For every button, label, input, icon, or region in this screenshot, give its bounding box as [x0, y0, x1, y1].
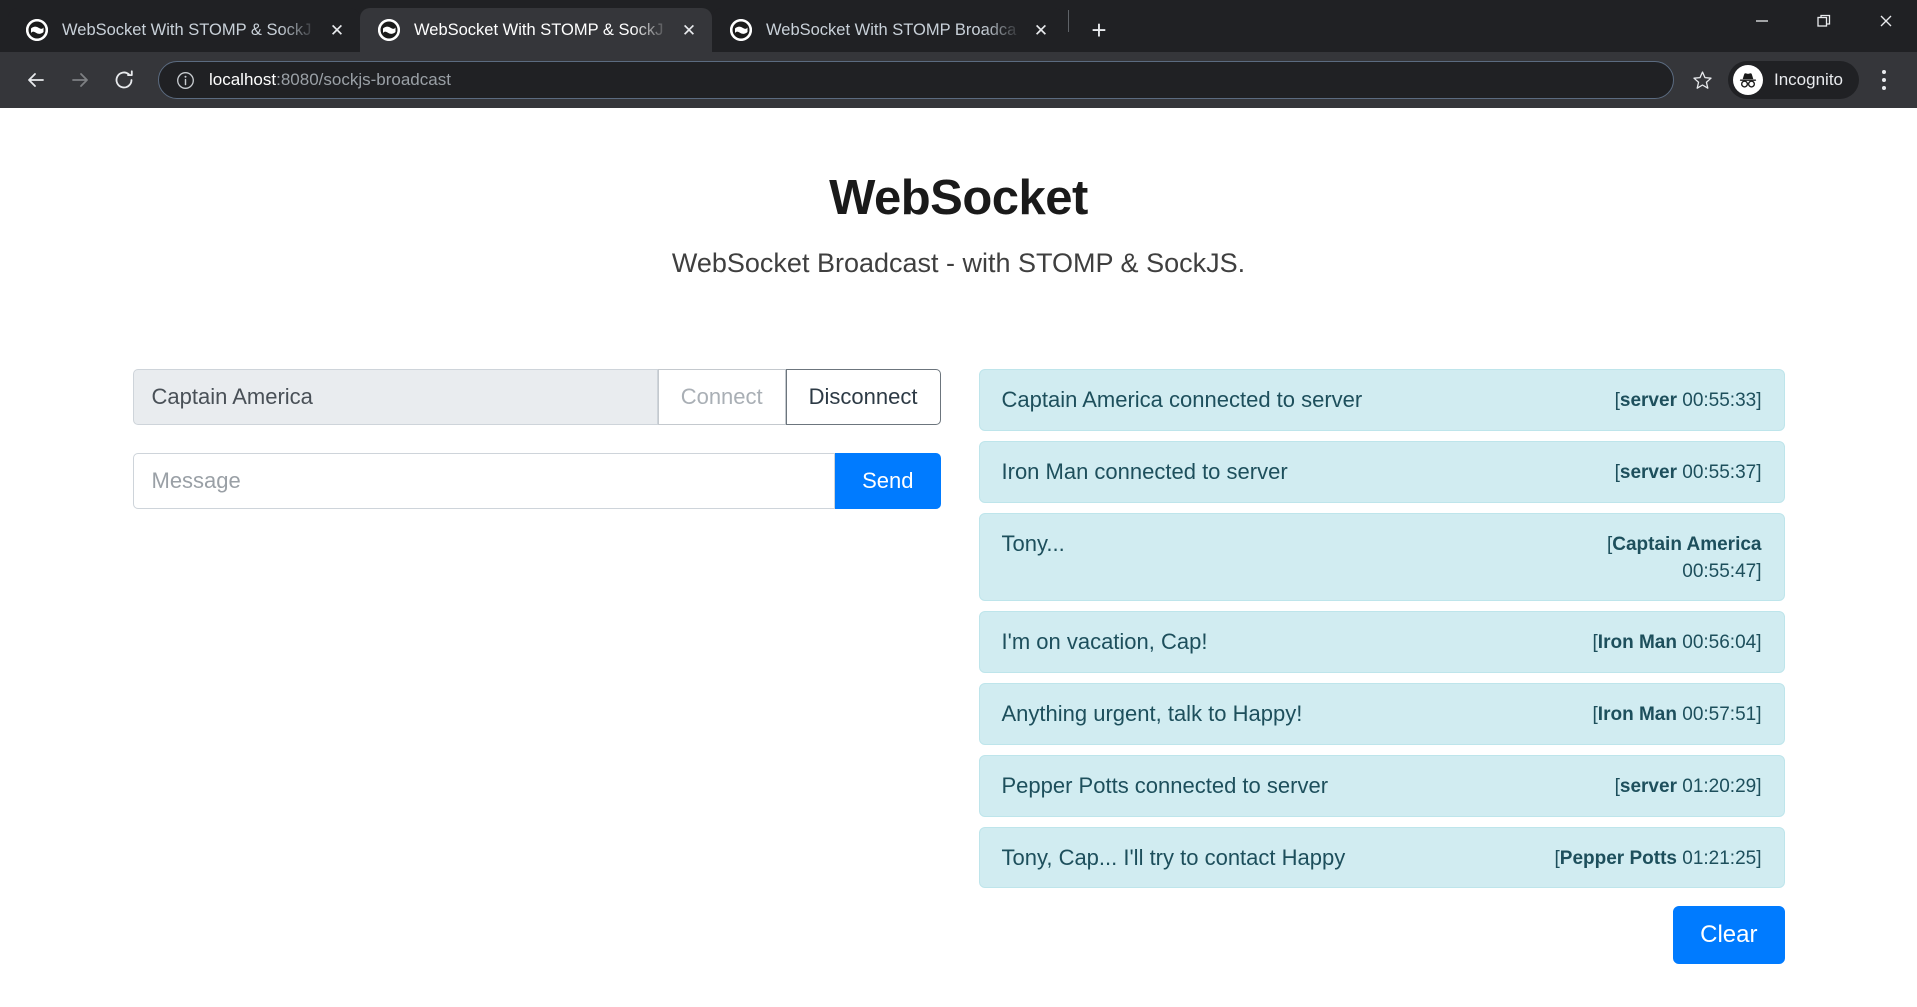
menu-dot [1882, 78, 1886, 82]
browser-tab-1[interactable]: WebSocket With STOMP & SockJ ✕ [8, 8, 360, 52]
message-item: I'm on vacation, Cap! [Iron Man 00:56:04… [978, 610, 1785, 673]
message-meta: [server 01:20:29] [1614, 775, 1762, 797]
message-meta: [Captain America 00:55:47] [1606, 533, 1762, 583]
favicon-icon [26, 19, 48, 41]
message-item: Iron Man connected to server [server 00:… [978, 440, 1785, 503]
forward-arrow-icon[interactable] [58, 58, 102, 102]
incognito-badge[interactable]: Incognito [1728, 61, 1859, 99]
message-time: 00:55:47 [1682, 561, 1757, 583]
message-time: 00:57:51 [1682, 703, 1757, 725]
address-bar[interactable]: localhost:8080/sockjs-broadcast [158, 61, 1674, 99]
message-text: Tony, Cap... I'll try to contact Happy [1001, 844, 1346, 870]
menu-dot [1882, 70, 1886, 74]
three-dot-menu-icon[interactable] [1865, 61, 1903, 99]
site-info-icon[interactable] [175, 70, 195, 90]
message-text: Pepper Potts connected to server [1001, 772, 1329, 798]
favicon-icon [378, 19, 400, 41]
message-text: Iron Man connected to server [1001, 458, 1288, 484]
minimize-icon[interactable] [1731, 0, 1793, 42]
tab-close-icon[interactable]: ✕ [676, 17, 702, 43]
message-item: Tony, Cap... I'll try to contact Happy [… [978, 826, 1785, 889]
main-row: Connect Disconnect Send Captain America … [125, 369, 1793, 965]
message-time: 00:55:33 [1682, 390, 1757, 411]
url-host: localhost [209, 70, 277, 89]
message-time: 00:56:04 [1682, 631, 1757, 653]
favicon-icon [730, 19, 752, 41]
browser-tab-2[interactable]: WebSocket With STOMP & SockJ ✕ [360, 8, 712, 52]
tab-title: WebSocket With STOMP Broadca [766, 20, 1017, 39]
message-item: Pepper Potts connected to server [server… [978, 754, 1785, 817]
message-sender: server [1619, 390, 1677, 411]
browser-tab-3[interactable]: WebSocket With STOMP Broadca ✕ [712, 8, 1064, 52]
bookmark-star-icon[interactable] [1684, 62, 1720, 98]
message-time: 01:20:29 [1682, 775, 1757, 797]
reload-icon[interactable] [102, 58, 146, 102]
restore-icon[interactable] [1793, 0, 1855, 42]
tab-separator [1068, 10, 1069, 32]
name-input-group: Connect Disconnect [132, 369, 941, 425]
tab-title: WebSocket With STOMP & SockJ [62, 20, 312, 39]
message-meta: [server 00:55:37] [1614, 461, 1762, 483]
message-input[interactable] [132, 453, 836, 509]
content-container: WebSocket WebSocket Broadcast - with STO… [109, 170, 1809, 965]
tab-close-icon[interactable]: ✕ [1028, 17, 1054, 43]
message-sender: Iron Man [1597, 703, 1677, 725]
window-controls [1731, 0, 1917, 42]
browser-window: WebSocket With STOMP & SockJ ✕ WebSocket… [0, 0, 1917, 1007]
url-path: :8080/sockjs-broadcast [276, 70, 451, 89]
page-title: WebSocket [829, 171, 1088, 225]
messages-column: Captain America connected to server [ser… [959, 369, 1793, 965]
page-subtitle: WebSocket Broadcast - with STOMP & SockJ… [671, 248, 1246, 278]
clear-button[interactable]: Clear [1673, 906, 1785, 965]
back-arrow-icon[interactable] [14, 58, 58, 102]
message-sender: server [1619, 775, 1677, 797]
message-sender: Pepper Potts [1559, 847, 1677, 869]
message-input-group: Send [132, 453, 941, 509]
message-text: Anything urgent, talk to Happy! [1001, 700, 1303, 726]
message-item: Tony... [Captain America 00:55:47] [978, 512, 1785, 601]
send-button[interactable]: Send [835, 453, 941, 509]
message-item: Anything urgent, talk to Happy! [Iron Ma… [978, 682, 1785, 745]
tab-strip: WebSocket With STOMP & SockJ ✕ WebSocket… [0, 0, 1917, 52]
message-list: Captain America connected to server [ser… [978, 369, 1785, 889]
incognito-label: Incognito [1774, 70, 1843, 89]
browser-toolbar: localhost:8080/sockjs-broadcast Incognit… [0, 52, 1917, 108]
clear-row: Clear [979, 906, 1785, 965]
message-time: 00:55:37 [1682, 461, 1757, 483]
message-item: Captain America connected to server [ser… [978, 369, 1785, 431]
message-text: I'm on vacation, Cap! [1001, 628, 1208, 654]
close-icon[interactable] [1855, 0, 1917, 42]
message-meta: [Pepper Potts 01:21:25] [1554, 847, 1762, 869]
message-text: Captain America connected to server [1001, 387, 1363, 412]
incognito-icon [1733, 65, 1763, 95]
url-text: localhost:8080/sockjs-broadcast [209, 70, 451, 90]
tab-title: WebSocket With STOMP & SockJ [414, 20, 664, 39]
menu-dot [1882, 86, 1886, 90]
message-meta: [Iron Man 00:56:04] [1592, 631, 1762, 653]
message-sender: server [1619, 461, 1677, 483]
page-content: WebSocket WebSocket Broadcast - with STO… [0, 108, 1917, 1007]
tab-close-icon[interactable]: ✕ [324, 17, 350, 43]
message-meta: [server 00:55:33] [1614, 390, 1762, 411]
message-time: 01:21:25 [1682, 847, 1757, 869]
name-input[interactable] [132, 369, 658, 425]
form-column: Connect Disconnect Send [125, 369, 959, 537]
message-sender: Iron Man [1597, 631, 1677, 653]
message-meta: [Iron Man 00:57:51] [1592, 703, 1762, 725]
disconnect-button[interactable]: Disconnect [785, 369, 941, 425]
new-tab-button[interactable]: + [1081, 12, 1117, 48]
connect-button[interactable]: Connect [657, 369, 786, 425]
message-sender: Captain America [1612, 533, 1762, 555]
message-text: Tony... [1001, 530, 1065, 556]
